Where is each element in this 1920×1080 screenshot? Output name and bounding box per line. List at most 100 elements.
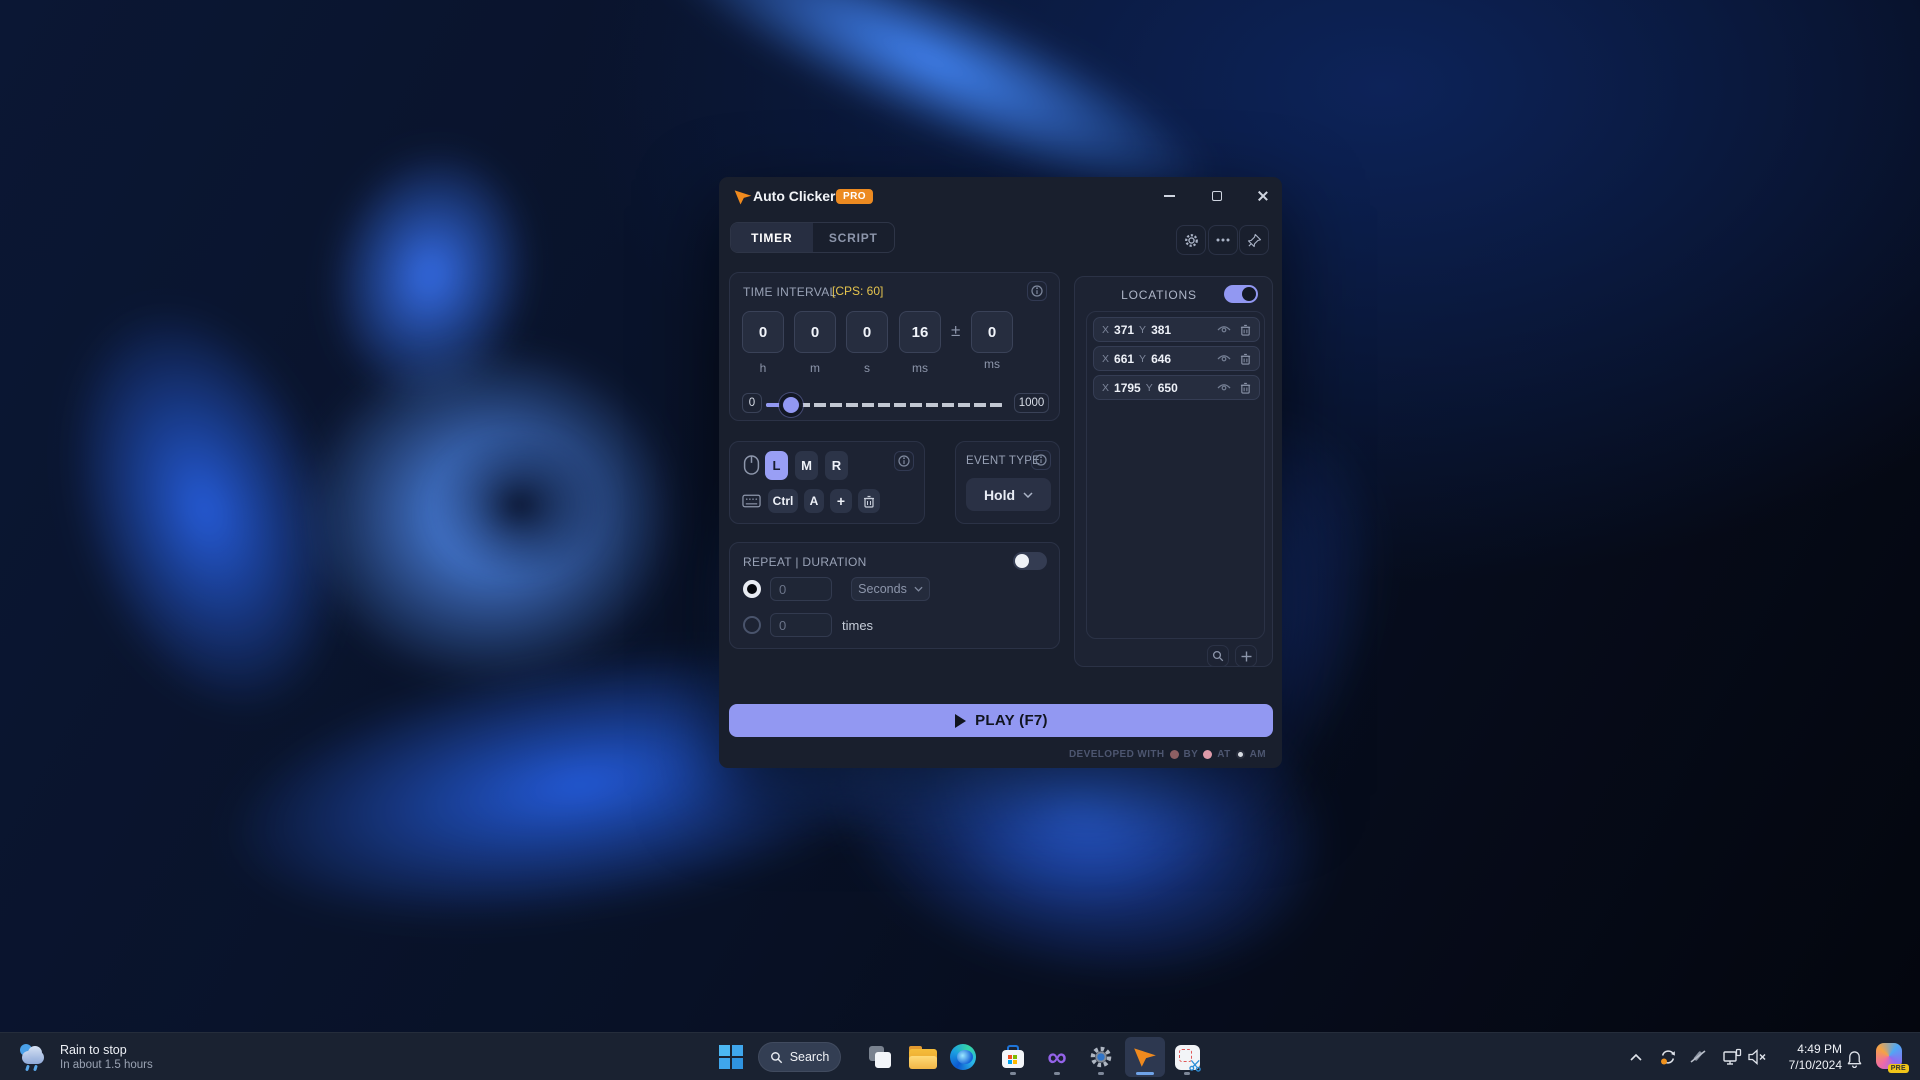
click-settings-info-button[interactable] xyxy=(894,451,914,471)
weather-subtitle: In about 1.5 hours xyxy=(60,1058,153,1072)
tab-timer[interactable]: TIMER xyxy=(731,223,813,252)
search-icon xyxy=(770,1051,783,1064)
trash-icon[interactable] xyxy=(1240,353,1251,365)
locations-toggle[interactable] xyxy=(1224,285,1258,303)
hours-input[interactable]: 0 xyxy=(742,311,784,353)
mouse-middle-button[interactable]: M xyxy=(795,451,818,480)
task-view-button[interactable] xyxy=(860,1037,900,1077)
clear-keys-button[interactable] xyxy=(858,489,880,513)
unit-ms: ms xyxy=(899,361,941,375)
notifications-button[interactable] xyxy=(1840,1045,1868,1073)
click-settings-section: L M R Ctrl A + xyxy=(729,441,925,524)
tray-date: 7/10/2024 xyxy=(1764,1057,1842,1073)
hotkey-a[interactable]: A xyxy=(804,489,824,513)
repeat-toggle-knob xyxy=(1015,554,1029,568)
time-interval-info-button[interactable] xyxy=(1027,281,1047,301)
update-tray-icon[interactable] xyxy=(1654,1043,1682,1071)
auto-clicker-window: Auto Clicker PRO TIMER SCRIPT xyxy=(719,177,1282,768)
search-box[interactable]: Search xyxy=(758,1042,841,1072)
minimize-button[interactable] xyxy=(1151,183,1187,209)
footer-text: AT xyxy=(1217,749,1230,760)
more-options-button[interactable] xyxy=(1208,225,1238,255)
milliseconds-input[interactable]: 16 xyxy=(899,311,941,353)
time-interval-label: TIME INTERVAL xyxy=(743,285,836,299)
settings-button[interactable] xyxy=(1176,225,1206,255)
mouse-right-button[interactable]: R xyxy=(825,451,848,480)
y-label: Y xyxy=(1146,382,1153,394)
x-label: X xyxy=(1102,324,1109,336)
footer-text: DEVELOPED WITH xyxy=(1069,749,1165,760)
event-type-info-button[interactable] xyxy=(1031,450,1051,470)
slider-max-value: 1000 xyxy=(1014,393,1049,413)
count-suffix-label: times xyxy=(842,618,873,633)
x-label: X xyxy=(1102,353,1109,365)
locations-search-button[interactable] xyxy=(1207,645,1229,667)
duration-radio[interactable] xyxy=(743,580,761,598)
event-type-dropdown[interactable]: Hold xyxy=(966,478,1051,511)
location-row[interactable]: X 661 Y 646 xyxy=(1093,346,1260,371)
search-icon xyxy=(1212,650,1224,662)
x-value: 1795 xyxy=(1114,381,1141,395)
seconds-input[interactable]: 0 xyxy=(846,311,888,353)
add-key-button[interactable]: + xyxy=(830,489,852,513)
interval-slider-track[interactable] xyxy=(766,403,1003,407)
edge-browser-button[interactable] xyxy=(943,1037,983,1077)
visual-studio-button[interactable]: ∞ xyxy=(1037,1037,1077,1077)
store-icon xyxy=(1001,1045,1025,1069)
hotkey-ctrl[interactable]: Ctrl xyxy=(768,489,798,513)
mouse-left-button[interactable]: L xyxy=(765,451,788,480)
repeat-toggle[interactable] xyxy=(1013,552,1047,570)
ellipsis-icon xyxy=(1216,238,1230,242)
y-label: Y xyxy=(1139,353,1146,365)
y-value: 381 xyxy=(1151,323,1171,337)
y-value: 646 xyxy=(1151,352,1171,366)
copilot-button[interactable]: PRE xyxy=(1876,1043,1903,1070)
trash-icon[interactable] xyxy=(1240,324,1251,336)
close-button[interactable] xyxy=(1245,183,1281,209)
auto-clicker-taskbar-button[interactable] xyxy=(1125,1037,1165,1077)
auto-clicker-cursor-icon xyxy=(1132,1044,1158,1070)
pen-off-icon xyxy=(1689,1048,1707,1066)
running-indicator xyxy=(1098,1072,1104,1075)
running-indicator xyxy=(1054,1072,1060,1075)
info-icon xyxy=(1035,454,1047,466)
trash-icon[interactable] xyxy=(1240,382,1251,394)
eye-icon[interactable] xyxy=(1217,383,1231,393)
eye-icon[interactable] xyxy=(1217,325,1231,335)
interval-slider-thumb[interactable] xyxy=(783,397,799,413)
offset-ms-input[interactable]: 0 xyxy=(971,311,1013,353)
tray-expand-button[interactable] xyxy=(1622,1043,1650,1071)
info-icon xyxy=(898,455,910,467)
pin-icon xyxy=(1247,233,1262,248)
pin-button[interactable] xyxy=(1239,225,1269,255)
start-button[interactable] xyxy=(711,1037,751,1077)
maximize-button[interactable] xyxy=(1199,183,1235,209)
network-tray-icon[interactable] xyxy=(1718,1043,1746,1071)
locations-toggle-knob xyxy=(1242,287,1256,301)
event-type-label: EVENT TYPE xyxy=(966,455,1040,467)
eye-icon[interactable] xyxy=(1217,354,1231,364)
weather-widget[interactable]: Rain to stop In about 1.5 hours xyxy=(10,1033,161,1080)
developer-credit: DEVELOPED WITH BY AT AM xyxy=(1069,749,1266,760)
minutes-input[interactable]: 0 xyxy=(794,311,836,353)
running-indicator xyxy=(1010,1072,1016,1075)
count-value-input[interactable]: 0 xyxy=(770,613,832,637)
count-radio[interactable] xyxy=(743,616,761,634)
duration-unit-dropdown[interactable]: Seconds xyxy=(851,577,930,601)
snipping-tool-button[interactable] xyxy=(1167,1037,1207,1077)
clock[interactable]: 4:49 PM 7/10/2024 xyxy=(1764,1041,1842,1073)
tab-script[interactable]: SCRIPT xyxy=(813,223,895,252)
pen-disabled-tray-icon[interactable] xyxy=(1684,1043,1712,1071)
file-explorer-button[interactable] xyxy=(903,1037,943,1077)
play-button[interactable]: PLAY (F7) xyxy=(729,704,1273,737)
settings-app-button[interactable] xyxy=(1081,1037,1121,1077)
microsoft-store-button[interactable] xyxy=(993,1037,1033,1077)
sync-icon xyxy=(1659,1048,1677,1066)
duration-unit-value: Seconds xyxy=(858,582,907,596)
chevron-down-icon xyxy=(914,586,923,592)
interval-slider-fill xyxy=(766,403,781,407)
duration-value-input[interactable]: 0 xyxy=(770,577,832,601)
location-row[interactable]: X 371 Y 381 xyxy=(1093,317,1260,342)
location-row[interactable]: X 1795 Y 650 xyxy=(1093,375,1260,400)
add-location-button[interactable] xyxy=(1235,645,1257,667)
